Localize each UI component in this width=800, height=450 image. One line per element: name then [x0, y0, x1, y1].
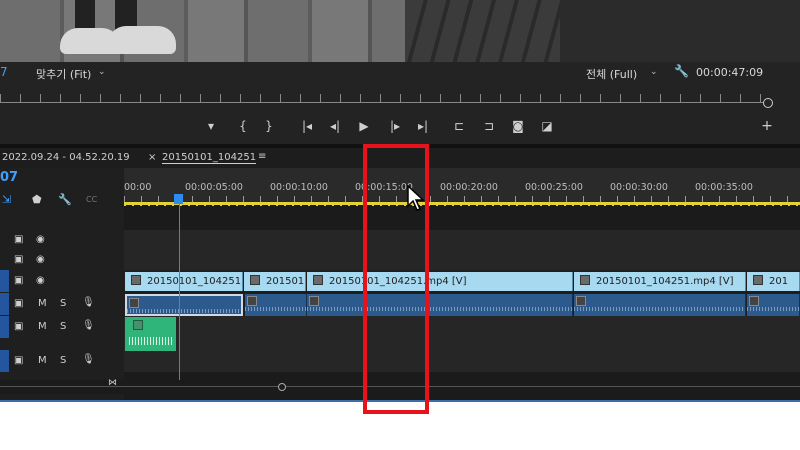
microphone-icon[interactable]: 🎙: [82, 297, 95, 309]
eye-icon[interactable]: ◉: [36, 234, 45, 246]
solo-button[interactable]: S: [60, 298, 66, 310]
monitor-control-bar: 7 맞추기 (Fit) ⌄ 전체 (Full) ⌄ 🔧 00:00:47:09: [0, 62, 800, 82]
mark-out-button[interactable]: }: [260, 118, 278, 134]
clip-label: 20150101_104251: [147, 276, 242, 287]
mute-button[interactable]: M: [38, 298, 47, 310]
zoom-fit-icon[interactable]: ⋈: [108, 378, 117, 388]
ruler-label: 00:00:25:00: [525, 182, 583, 193]
fx-icon: [753, 275, 763, 285]
music-clip[interactable]: [125, 317, 176, 351]
comparison-view-button[interactable]: ◪: [538, 118, 556, 134]
wrench-icon[interactable]: 🔧: [674, 64, 689, 78]
camera-icon[interactable]: ▣: [14, 355, 23, 367]
video-clip[interactable]: 201501: [244, 272, 306, 291]
monitor-ruler[interactable]: [0, 82, 800, 112]
playhead-line[interactable]: [179, 204, 180, 382]
eye-icon[interactable]: ◉: [36, 254, 45, 266]
audio-clip[interactable]: [574, 294, 746, 316]
fx-icon: [131, 275, 141, 285]
track-lane-v2[interactable]: [124, 250, 800, 271]
close-icon[interactable]: ×: [148, 152, 156, 163]
timeline-ruler[interactable]: 00:00 00:00:05:00 00:00:10:00 00:00:15:0…: [124, 168, 800, 206]
marker-icon[interactable]: ⬟: [32, 193, 42, 206]
menu-icon[interactable]: ≡: [258, 151, 266, 162]
audio-clip[interactable]: [245, 294, 307, 316]
track-header-a3: ▣ M S 🎙: [0, 350, 124, 372]
solo-button[interactable]: S: [60, 355, 66, 367]
zoom-handle[interactable]: [763, 98, 773, 108]
track-header-v1: ▣ ◉: [0, 270, 124, 292]
video-clip[interactable]: 20150101_104251.mp4 [V]: [307, 272, 573, 291]
lift-button[interactable]: ⊏: [450, 118, 468, 134]
step-forward-button[interactable]: |▸: [386, 118, 404, 134]
clip-label: 20150101_104251.mp4 [V]: [596, 276, 734, 287]
camera-icon[interactable]: ▣: [14, 254, 23, 266]
go-to-out-button[interactable]: ▸|: [414, 118, 432, 134]
video-clip[interactable]: 20150101_104251: [125, 272, 243, 291]
camera-icon[interactable]: ▣: [14, 234, 23, 246]
camera-icon[interactable]: ▣: [14, 298, 23, 310]
go-to-in-button[interactable]: |◂: [298, 118, 316, 134]
ruler-label: 00:00: [124, 182, 152, 193]
track-header-a2: ▣ M S 🎙: [0, 316, 124, 338]
play-button[interactable]: ▶: [355, 118, 373, 134]
scroll-handle[interactable]: [278, 383, 286, 391]
ruler-label: 00:00:05:00: [185, 182, 243, 193]
camera-icon[interactable]: ◙: [509, 118, 527, 134]
duration-timecode: 00:00:47:09: [696, 66, 764, 79]
audio-clip[interactable]: [125, 294, 243, 316]
clip-label: 201501: [266, 276, 305, 287]
mute-button[interactable]: M: [38, 321, 47, 333]
fx-icon: [250, 275, 260, 285]
mouse-cursor-icon: [407, 185, 425, 211]
fit-dropdown[interactable]: 맞추기 (Fit): [36, 66, 91, 82]
ruler-label: 00:00:20:00: [440, 182, 498, 193]
clip-label: 201: [769, 276, 789, 287]
microphone-icon[interactable]: 🎙: [82, 354, 95, 366]
chevron-down-icon[interactable]: ⌄: [98, 67, 106, 77]
timeline-timecode[interactable]: 07: [0, 170, 18, 185]
resolution-dropdown[interactable]: 전체 (Full): [586, 66, 637, 82]
wrench-icon[interactable]: 🔧: [58, 193, 72, 206]
track-header-a1: ▣ M S 🎙: [0, 293, 124, 315]
ruler-label: 00:00:30:00: [610, 182, 668, 193]
marker-button[interactable]: ▾: [202, 118, 220, 134]
fx-icon: [313, 275, 323, 285]
playhead-handle[interactable]: [174, 194, 183, 204]
audio-clip[interactable]: [747, 294, 800, 316]
step-back-button[interactable]: ◂|: [326, 118, 344, 134]
program-monitor-video: [0, 0, 800, 62]
video-clip[interactable]: 201: [747, 272, 800, 291]
audio-clip[interactable]: [307, 294, 573, 316]
solo-button[interactable]: S: [60, 321, 66, 333]
mark-in-button[interactable]: {: [234, 118, 252, 134]
ruler-label: 00:00:10:00: [270, 182, 328, 193]
add-button[interactable]: +: [758, 118, 776, 134]
track-lane-v3[interactable]: [124, 230, 800, 251]
sequence-tab-label[interactable]: 20150101_104251: [162, 152, 257, 164]
video-clip[interactable]: 20150101_104251.mp4 [V]: [574, 272, 746, 291]
transport-controls: ▾ { } |◂ ◂| ▶ |▸ ▸| ⊏ ⊐ ◙ ◪ +: [0, 112, 800, 144]
track-header-v3: ▣ ◉: [0, 230, 124, 250]
chevron-down-icon[interactable]: ⌄: [650, 67, 658, 77]
track-header-v2: ▣ ◉: [0, 250, 124, 270]
ruler-label: 00:00:35:00: [695, 182, 753, 193]
camera-icon[interactable]: ▣: [14, 321, 23, 333]
fx-icon: [580, 275, 590, 285]
captions-icon[interactable]: CC: [86, 195, 97, 204]
eye-icon[interactable]: ◉: [36, 275, 45, 287]
date-label: 2022.09.24 - 04.52.20.19: [2, 152, 130, 163]
track-lane-a2[interactable]: [124, 316, 800, 351]
microphone-icon[interactable]: 🎙: [82, 320, 95, 332]
extract-button[interactable]: ⊐: [480, 118, 498, 134]
mute-button[interactable]: M: [38, 355, 47, 367]
track-lane-a3[interactable]: [124, 350, 800, 373]
snap-icon[interactable]: ⇲: [2, 193, 11, 206]
monitor-timecode[interactable]: 7: [0, 65, 8, 79]
camera-icon[interactable]: ▣: [14, 275, 23, 287]
